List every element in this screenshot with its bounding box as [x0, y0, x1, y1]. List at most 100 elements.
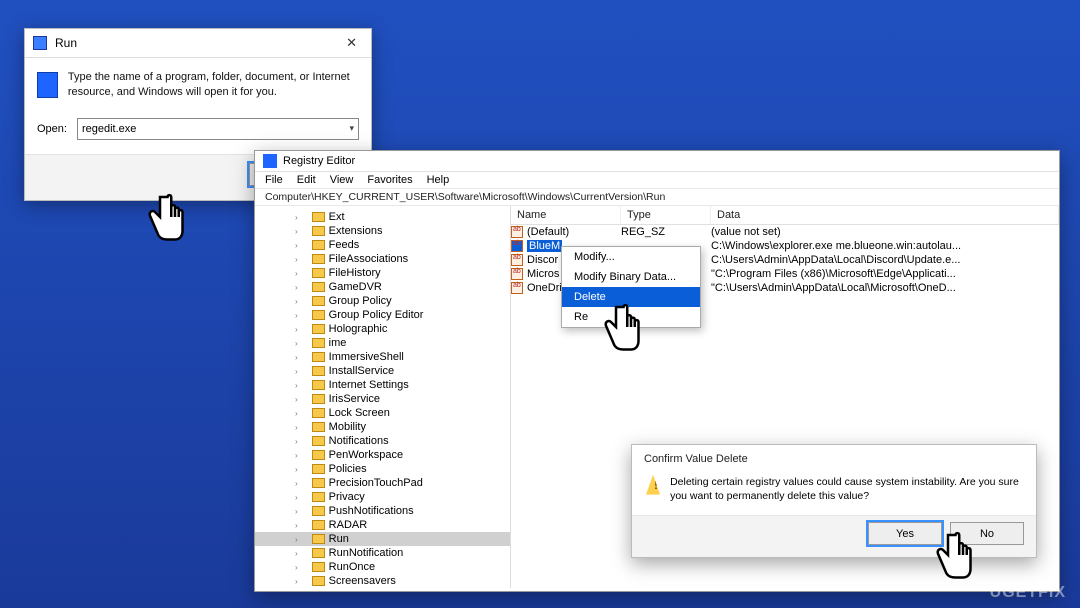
cursor-hand-icon: [140, 192, 190, 252]
folder-icon: [312, 534, 325, 544]
regedit-icon: [263, 154, 277, 168]
no-button[interactable]: No: [950, 522, 1024, 545]
menu-favorites[interactable]: Favorites: [367, 174, 412, 186]
tree-node[interactable]: ›Holographic: [255, 322, 510, 336]
regedit-titlebar[interactable]: Registry Editor: [255, 151, 1059, 172]
column-headers[interactable]: Name Type Data: [511, 206, 1059, 225]
tree-node[interactable]: ›Group Policy Editor: [255, 308, 510, 322]
folder-icon: [312, 422, 325, 432]
menu-help[interactable]: Help: [427, 174, 450, 186]
folder-icon: [312, 282, 325, 292]
open-combobox[interactable]: regedit.exe ▾: [77, 118, 359, 140]
folder-icon: [312, 352, 325, 362]
menu-view[interactable]: View: [330, 174, 354, 186]
string-value-icon: [511, 268, 523, 280]
value-row[interactable]: (Default)REG_SZ(value not set): [511, 225, 1059, 239]
tree-node[interactable]: ›GameDVR: [255, 280, 510, 294]
run-large-icon: [37, 72, 58, 98]
tree-node[interactable]: ›RADAR: [255, 518, 510, 532]
tree-node[interactable]: ›Internet Settings: [255, 378, 510, 392]
context-menu-item[interactable]: Modify Binary Data...: [562, 267, 700, 287]
watermark: UGETFIX: [990, 584, 1066, 602]
menu-file[interactable]: File: [265, 174, 283, 186]
folder-icon: [312, 576, 325, 586]
registry-tree[interactable]: ›Ext›Extensions›Feeds›FileAssociations›F…: [255, 206, 511, 588]
chevron-down-icon[interactable]: ▾: [349, 123, 354, 134]
confirm-title: Confirm Value Delete: [632, 445, 1036, 467]
tree-node[interactable]: ›Mobility: [255, 420, 510, 434]
tree-node[interactable]: ›Extensions: [255, 224, 510, 238]
string-value-icon: [511, 254, 523, 266]
tree-node[interactable]: ›Lock Screen: [255, 406, 510, 420]
folder-icon: [312, 562, 325, 572]
context-menu-item[interactable]: Re: [562, 307, 700, 327]
folder-icon: [312, 310, 325, 320]
folder-icon: [312, 240, 325, 250]
folder-icon: [312, 450, 325, 460]
tree-node[interactable]: ›PrecisionTouchPad: [255, 476, 510, 490]
tree-node[interactable]: ›Notifications: [255, 434, 510, 448]
confirm-delete-dialog: Confirm Value Delete Deleting certain re…: [631, 444, 1037, 558]
run-titlebar[interactable]: Run ✕: [25, 29, 371, 58]
col-name[interactable]: Name: [511, 206, 621, 224]
run-title-text: Run: [55, 36, 340, 50]
regedit-menubar: File Edit View Favorites Help: [255, 172, 1059, 189]
context-menu-item[interactable]: Modify...: [562, 247, 700, 267]
folder-icon: [312, 492, 325, 502]
folder-icon: [312, 520, 325, 530]
folder-icon: [312, 478, 325, 488]
tree-node[interactable]: ›Group Policy: [255, 294, 510, 308]
tree-node[interactable]: ›Run: [255, 532, 510, 546]
tree-node[interactable]: ›PenWorkspace: [255, 448, 510, 462]
tree-node[interactable]: ›Ext: [255, 210, 510, 224]
tree-node[interactable]: ›RunOnce: [255, 560, 510, 574]
warning-icon: [646, 475, 660, 495]
folder-icon: [312, 394, 325, 404]
string-value-icon: [511, 240, 523, 252]
context-menu-item[interactable]: Delete: [562, 287, 700, 307]
tree-node[interactable]: ›ime: [255, 336, 510, 350]
tree-node[interactable]: ›PushNotifications: [255, 504, 510, 518]
folder-icon: [312, 338, 325, 348]
yes-button[interactable]: Yes: [868, 522, 942, 545]
tree-node[interactable]: ›Feeds: [255, 238, 510, 252]
address-bar[interactable]: Computer\HKEY_CURRENT_USER\Software\Micr…: [255, 189, 1059, 206]
folder-icon: [312, 548, 325, 558]
tree-node[interactable]: ›Policies: [255, 462, 510, 476]
col-type[interactable]: Type: [621, 206, 711, 224]
folder-icon: [312, 254, 325, 264]
open-value: regedit.exe: [82, 123, 136, 135]
folder-icon: [312, 296, 325, 306]
tree-node[interactable]: ›IrisService: [255, 392, 510, 406]
run-message: Type the name of a program, folder, docu…: [68, 70, 359, 100]
confirm-message: Deleting certain registry values could c…: [670, 475, 1022, 503]
tree-node[interactable]: ›InstallService: [255, 364, 510, 378]
run-icon: [33, 36, 47, 50]
string-value-icon: [511, 226, 523, 238]
tree-node[interactable]: ›Screensavers: [255, 574, 510, 588]
string-value-icon: [511, 282, 523, 294]
menu-edit[interactable]: Edit: [297, 174, 316, 186]
value-list-pane: Name Type Data (Default)REG_SZ(value not…: [511, 206, 1059, 588]
registry-editor-window: Registry Editor File Edit View Favorites Hel…: [254, 150, 1060, 592]
context-menu: Modify...Modify Binary Data...DeleteRe: [561, 246, 701, 328]
folder-icon: [312, 380, 325, 390]
col-data[interactable]: Data: [711, 206, 1059, 224]
tree-node[interactable]: ›FileHistory: [255, 266, 510, 280]
folder-icon: [312, 506, 325, 516]
folder-icon: [312, 268, 325, 278]
folder-icon: [312, 366, 325, 376]
folder-icon: [312, 212, 325, 222]
tree-node[interactable]: ›ImmersiveShell: [255, 350, 510, 364]
open-label: Open:: [37, 123, 67, 135]
regedit-title-text: Registry Editor: [283, 155, 355, 167]
tree-node[interactable]: ›FileAssociations: [255, 252, 510, 266]
folder-icon: [312, 464, 325, 474]
tree-node[interactable]: ›RunNotification: [255, 546, 510, 560]
close-icon[interactable]: ✕: [340, 35, 363, 51]
folder-icon: [312, 226, 325, 236]
tree-node[interactable]: ›Privacy: [255, 490, 510, 504]
folder-icon: [312, 324, 325, 334]
folder-icon: [312, 436, 325, 446]
folder-icon: [312, 408, 325, 418]
